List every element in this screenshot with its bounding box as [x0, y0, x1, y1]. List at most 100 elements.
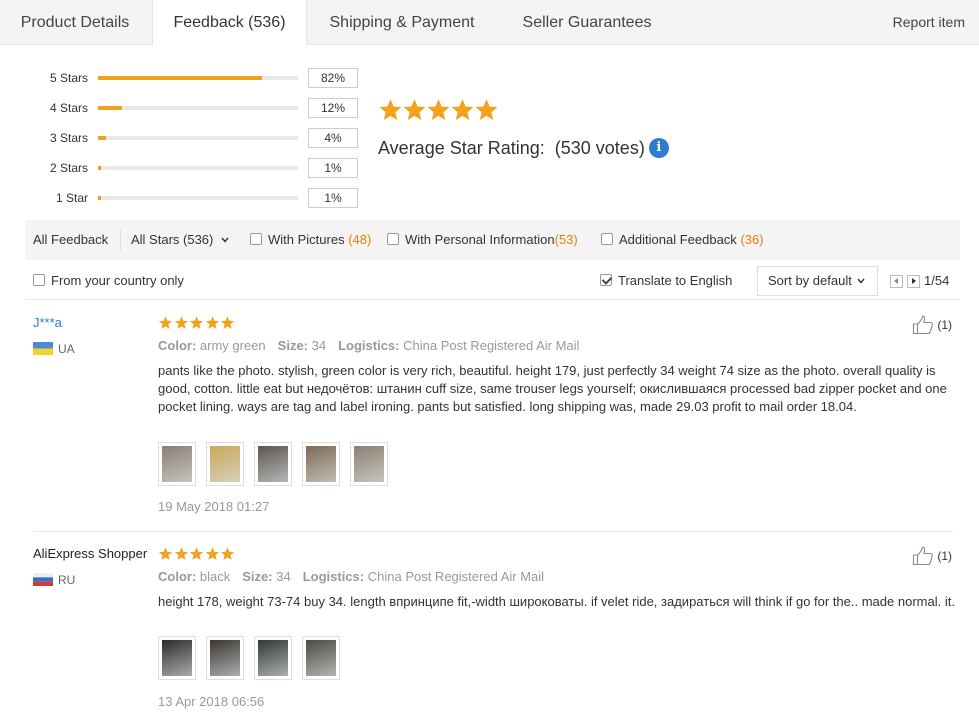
review-rating-stars [158, 315, 236, 331]
histogram-percent: 1% [308, 158, 358, 178]
histogram-percent: 1% [308, 188, 358, 208]
histogram-bar-track [98, 136, 298, 140]
review-photo-thumbnail[interactable] [302, 442, 340, 486]
histogram-row-label: 3 Stars [49, 131, 88, 145]
histogram-row[interactable]: 2 Stars 1% [0, 157, 360, 179]
flag-ua-icon [33, 342, 53, 355]
additional-feedback-checkbox[interactable] [601, 233, 613, 245]
tab-seller-guarantees[interactable]: Seller Guarantees [497, 0, 677, 45]
color-attr-label: Color: [158, 338, 197, 353]
with-personal-info-filter[interactable]: With Personal Information(53) [387, 220, 578, 260]
star-icon [403, 99, 426, 121]
country-only-filter[interactable]: From your country only [33, 262, 184, 300]
thumbs-up-icon [913, 315, 934, 335]
prev-page-button[interactable] [890, 275, 903, 288]
translate-label: Translate to English [618, 273, 733, 288]
color-attr-value: army green [199, 338, 266, 353]
review-photo-thumbnail[interactable] [158, 636, 196, 680]
review-photo-thumbnail[interactable] [206, 442, 244, 486]
histogram-row[interactable]: 1 Star 1% [0, 187, 360, 209]
all-stars-dropdown[interactable]: All Stars (536) [131, 220, 229, 260]
next-page-button[interactable] [907, 275, 920, 288]
review-photo-thumbnail[interactable] [302, 636, 340, 680]
tab-feedback[interactable]: Feedback (536) [152, 0, 307, 46]
reviewer-country: RU [58, 573, 76, 587]
review-divider [33, 531, 953, 532]
logistics-attr-value: China Post Registered Air Mail [367, 569, 545, 584]
size-attr-value: 34 [311, 338, 327, 353]
helpful-count: (1) [937, 318, 952, 332]
report-item-link[interactable]: Report item [893, 0, 965, 45]
reviewer-country: UA [58, 342, 75, 356]
country-only-checkbox[interactable] [33, 274, 45, 286]
review-date: 13 Apr 2018 06:56 [158, 694, 265, 709]
star-icon [174, 316, 188, 329]
feedback-toolbar: From your country only Translate to Engl… [25, 262, 960, 300]
sort-dropdown[interactable]: Sort by default [757, 266, 878, 296]
review-photo-thumbnail[interactable] [158, 442, 196, 486]
histogram-row[interactable]: 4 Stars 12% [0, 97, 360, 119]
additional-feedback-label: Additional Feedback [619, 232, 737, 247]
logistics-attr-label: Logistics: [302, 569, 365, 584]
histogram-bar-track [98, 76, 298, 80]
all-stars-label: All Stars (536) [131, 232, 214, 247]
star-icon [220, 316, 235, 329]
histogram-row[interactable]: 5 Stars 82% [0, 67, 360, 89]
histogram-row[interactable]: 3 Stars 4% [0, 127, 360, 149]
chevron-down-icon [221, 237, 229, 243]
tab-product-details[interactable]: Product Details [0, 0, 150, 45]
with-pictures-label: With Pictures [268, 232, 345, 247]
histogram-bar-track [98, 166, 298, 170]
star-icon [205, 316, 219, 329]
page-indicator: 1/54 [924, 273, 950, 288]
votes-count: (530 votes) [554, 138, 645, 158]
star-icon [189, 547, 204, 560]
translate-toggle[interactable]: Translate to English [600, 262, 732, 300]
with-pictures-checkbox[interactable] [250, 233, 262, 245]
average-rating-label: Average Star Rating: [378, 138, 545, 158]
with-personal-info-label: With Personal Information [405, 232, 555, 247]
with-pictures-filter[interactable]: With Pictures (48) [250, 220, 371, 260]
star-icon [205, 547, 219, 560]
star-icon [220, 547, 235, 560]
histogram-bar-fill [98, 166, 101, 170]
additional-feedback-filter[interactable]: Additional Feedback (36) [601, 220, 764, 260]
helpful-button[interactable]: (1) [912, 546, 952, 566]
review-photo-thumbnail[interactable] [206, 636, 244, 680]
feedback-filter-bar: All Feedback All Stars (536) With Pictur… [25, 220, 960, 260]
translate-checkbox[interactable] [600, 274, 612, 286]
average-rating-line: Average Star Rating: (530 votes) i [378, 136, 669, 160]
size-attr-label: Size: [242, 569, 273, 584]
review-date: 19 May 2018 01:27 [158, 499, 270, 514]
histogram-bar-fill [98, 196, 101, 200]
review-photo-thumbnail[interactable] [254, 442, 292, 486]
tab-shipping-payment[interactable]: Shipping & Payment [307, 0, 497, 45]
review-photo-thumbnail[interactable] [254, 636, 292, 680]
info-icon[interactable]: i [648, 138, 669, 158]
helpful-button[interactable]: (1) [912, 315, 952, 335]
star-icon [379, 99, 402, 121]
with-personal-info-checkbox[interactable] [387, 233, 399, 245]
flag-ru-icon [33, 573, 53, 586]
reviewer-name[interactable]: J***a [33, 314, 62, 332]
review-text: pants like the photo. stylish, green col… [158, 363, 947, 414]
chevron-down-icon [857, 278, 865, 284]
helpful-count: (1) [937, 549, 952, 563]
star-icon [427, 99, 450, 121]
histogram-row-label: 1 Star [55, 191, 88, 205]
review-attributes: Color: black Size: 34 Logistics: China Pos… [158, 569, 544, 585]
review-photos [158, 636, 340, 680]
all-feedback-filter[interactable]: All Feedback [33, 220, 108, 260]
star-icon [158, 547, 173, 560]
logistics-attr-label: Logistics: [338, 338, 400, 353]
sort-label: Sort by default [768, 273, 852, 288]
review-photo-thumbnail[interactable] [350, 442, 388, 486]
star-icon [189, 316, 204, 329]
histogram-row-label: 2 Stars [49, 161, 88, 175]
thumbs-up-icon [913, 546, 934, 566]
star-icon [451, 99, 474, 121]
average-rating-stars [378, 96, 498, 126]
additional-feedback-count: (36) [740, 232, 764, 247]
histogram-bar-fill [98, 106, 122, 110]
histogram-bar-fill [98, 76, 262, 80]
